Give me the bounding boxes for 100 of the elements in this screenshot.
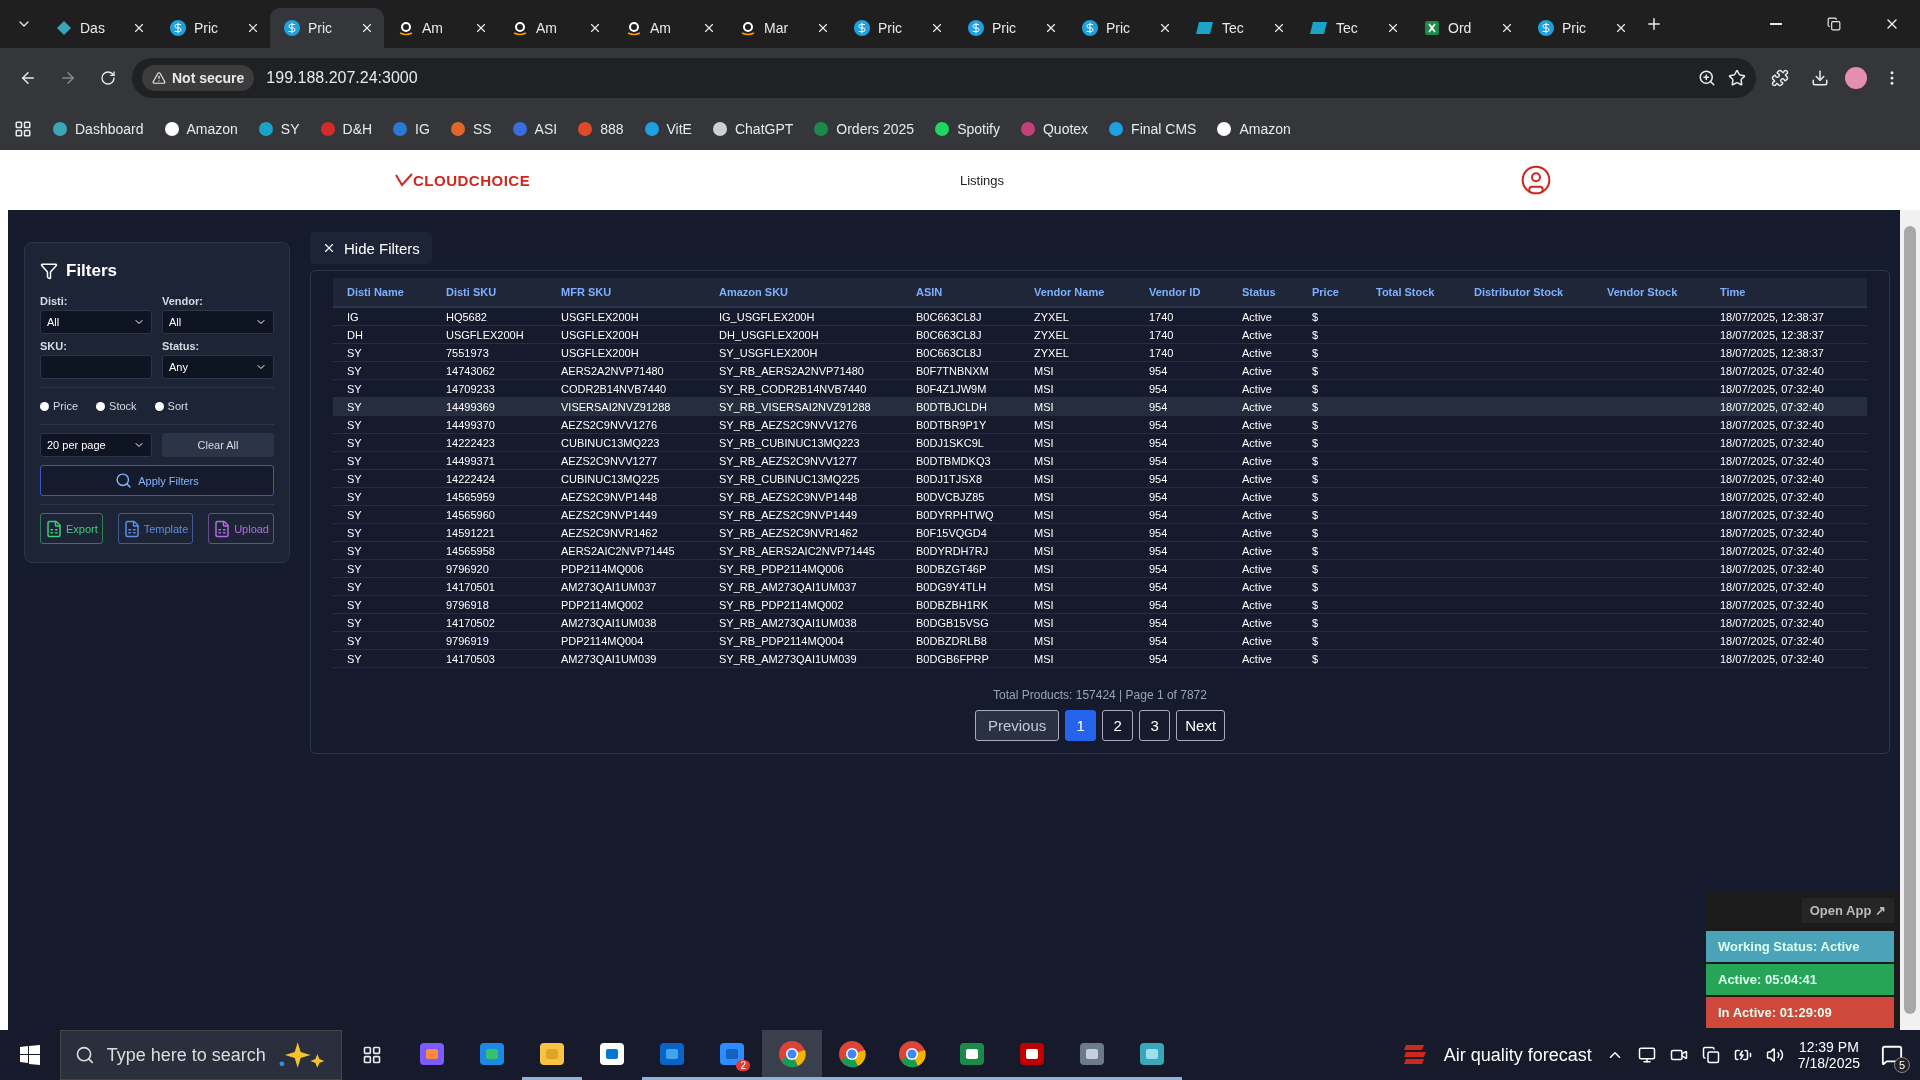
page-button[interactable]: 1 — [1065, 710, 1097, 741]
page-button[interactable]: 2 — [1102, 710, 1134, 741]
bookmark-link[interactable]: Amazon — [163, 121, 238, 137]
apps-grid-icon[interactable] — [14, 120, 32, 138]
table-row[interactable]: SY 14499369 VISERSAI2NVZ91288 SY_RB_VISERSAI2NVZ91288 B0DTBJCLDH MSI 954 Active $ 18/07/2025, 07:32:40 — [333, 398, 1867, 416]
action-button[interactable]: Upload — [208, 513, 274, 544]
browser-tab[interactable]: Ord — [1410, 8, 1524, 48]
bookmark-link[interactable]: ChatGPT — [711, 121, 794, 137]
table-row[interactable]: SY 14170502 AM273QAI1UM038 SY_RB_AM273QAI1UM038 B0DGB15VSG MSI 954 Active $ 18/07/2025, 07:32:40 — [333, 614, 1867, 632]
close-icon[interactable] — [246, 21, 260, 35]
status-select[interactable]: Any — [162, 355, 274, 379]
weather-text[interactable]: Air quality forecast — [1443, 1044, 1592, 1066]
bookmark-link[interactable]: Quotex — [1019, 121, 1089, 137]
browser-tab[interactable]: Pric — [840, 8, 954, 48]
scroll-thumb[interactable] — [1904, 226, 1916, 1014]
action-button[interactable]: Template — [117, 513, 194, 544]
browser-tab[interactable]: Pric — [954, 8, 1068, 48]
browser-tab[interactable]: Mar — [726, 8, 840, 48]
table-row[interactable]: SY 14222424 CUBINUC13MQ225 SY_RB_CUBINUC13MQ225 B0DJ1TJSX8 MSI 954 Active $ 18/07/2025, 07:32:40 — [333, 470, 1867, 488]
table-row[interactable]: SY 14591221 AEZS2C9NVR1462 SY_RB_AEZS2C9NVR1462 B0F15VQGD4 MSI 954 Active $ 18/07/2025, 07:32:40 — [333, 524, 1867, 542]
bookmark-link[interactable]: Final CMS — [1108, 121, 1197, 137]
bookmark-link[interactable]: Orders 2025 — [813, 121, 915, 137]
close-icon[interactable] — [360, 21, 374, 35]
close-icon[interactable] — [132, 21, 146, 35]
hide-filters-button[interactable]: Hide Filters — [310, 232, 432, 264]
browser-tab[interactable]: Pric — [270, 8, 384, 48]
window-icon[interactable] — [1701, 1046, 1720, 1064]
page-button[interactable]: Next — [1176, 710, 1226, 741]
radio-option[interactable]: Stock — [96, 400, 137, 412]
vendor-select[interactable]: All — [162, 310, 274, 334]
bookmark-link[interactable]: Spotify — [934, 121, 1000, 137]
close-icon[interactable] — [930, 21, 944, 35]
browser-tab[interactable]: Pric — [156, 8, 270, 48]
browser-tab[interactable]: Am — [498, 8, 612, 48]
taskbar-search-field[interactable]: Type here to search — [60, 1030, 342, 1080]
close-icon[interactable] — [702, 21, 716, 35]
browser-tab[interactable]: Pric — [1068, 8, 1182, 48]
taskbar-clock[interactable]: 12:39 PM 7/18/2025 — [1797, 1039, 1860, 1071]
bookmark-star-icon[interactable] — [1728, 69, 1746, 87]
page-button[interactable]: 3 — [1139, 710, 1171, 741]
radio-option[interactable]: Price — [40, 400, 79, 412]
table-row[interactable]: SY 14222423 CUBINUC13MQ223 SY_RB_CUBINUC13MQ223 B0DJ1SKC9L MSI 954 Active $ 18/07/2025, 07:32:40 — [333, 434, 1867, 452]
notification-button[interactable]: 5 — [1874, 1037, 1910, 1073]
radio-option[interactable]: Sort — [154, 400, 188, 412]
table-row[interactable]: SY 9796919 PDP2114MQ004 SY_RB_PDP2114MQ004 B0DBZDRLB8 MSI 954 Active $ 18/07/2025, 07:32:40 — [333, 632, 1867, 650]
table-cell-text: SY — [346, 418, 363, 431]
per-page-select[interactable]: 20 per page — [40, 433, 152, 457]
close-icon[interactable] — [1500, 21, 1514, 35]
address-bar[interactable]: Not secure 199.188.207.24:3000 — [132, 58, 1756, 98]
sku-input-field[interactable] — [40, 355, 152, 379]
close-icon[interactable] — [1272, 21, 1286, 35]
bookmark-link[interactable]: Amazon — [1216, 121, 1291, 137]
close-icon[interactable] — [474, 21, 488, 35]
listings-link[interactable]: Listings — [960, 172, 1520, 188]
apply-filters-button[interactable]: Apply Filters — [40, 465, 274, 496]
browser-tab[interactable]: Am — [384, 8, 498, 48]
security-chip[interactable]: Not secure — [142, 65, 255, 91]
close-icon[interactable] — [1044, 21, 1058, 35]
open-app-link[interactable]: Open App ↗ — [1801, 898, 1894, 923]
bookmark-link[interactable]: 888 — [577, 121, 624, 137]
table-row[interactable]: SY 14565959 AEZS2C9NVP1448 SY_RB_AEZS2C9NVP1448 B0DVCBJZ85 MSI 954 Active $ 18/07/2025, 07:32:40 — [333, 488, 1867, 506]
bookmark-link[interactable]: ASI — [511, 121, 558, 137]
avatar-icon[interactable] — [1844, 66, 1868, 90]
table-row[interactable]: SY 7551973 USGFLEX200H SY_USGFLEX200H B0C663CL8J ZYXEL 1740 Active $ 18/07/2025, 12:38:37 — [333, 344, 1867, 362]
bookmark-link[interactable]: VitE — [643, 121, 692, 137]
browser-tab[interactable]: Am — [612, 8, 726, 48]
table-row[interactable]: SY 14743062 AERS2A2NVP71480 SY_RB_AERS2A2NVP71480 B0F7TNBNXM MSI 954 Active $ 18/07/2025, 07:32:40 — [333, 362, 1867, 380]
table-row[interactable]: SY 14499370 AEZS2C9NVV1276 SY_RB_AEZS2C9NVV1276 B0DTBR9P1Y MSI 954 Active $ 18/07/2025, 07:32:40 — [333, 416, 1867, 434]
browser-tab[interactable]: Tec — [1296, 8, 1410, 48]
bookmark-link[interactable]: D&H — [319, 121, 373, 137]
close-icon[interactable] — [1158, 21, 1172, 35]
close-icon[interactable] — [816, 21, 830, 35]
bookmark-link[interactable]: Dashboard — [52, 121, 144, 137]
table-row[interactable]: IG HQ5682 USGFLEX200H IG_USGFLEX200H B0C663CL8J ZYXEL 1740 Active $ 18/07/2025, 12:38:37 — [333, 308, 1867, 326]
table-row[interactable]: SY 14170503 AM273QAI1UM039 SY_RB_AM273QAI1UM039 B0DGB6FPRP MSI 954 Active $ 18/07/2025, 07:32:40 — [333, 650, 1867, 668]
table-row[interactable]: SY 9796920 PDP2114MQ006 SY_RB_PDP2114MQ006 B0DBZGT46P MSI 954 Active $ 18/07/2025, 07:32:40 — [333, 560, 1867, 578]
clear-all-button[interactable]: Clear All — [162, 433, 274, 457]
table-row[interactable]: DH USGFLEX200H USGFLEX200H DH_USGFLEX200H B0C663CL8J ZYXEL 1740 Active $ 18/07/2025, 12:38:37 — [333, 326, 1867, 344]
table-row[interactable]: SY 9796918 PDP2114MQ002 SY_RB_PDP2114MQ002 B0DBZBH1RK MSI 954 Active $ 18/07/2025, 07:32:40 — [333, 596, 1867, 614]
scrollbar[interactable] — [1900, 210, 1920, 1030]
monitor-icon[interactable] — [1637, 1046, 1656, 1064]
bookmark-link[interactable]: SS — [449, 121, 492, 137]
speaker-icon[interactable] — [1765, 1046, 1784, 1064]
table-row[interactable]: SY 14499371 AEZS2C9NVV1277 SY_RB_AEZS2C9NVV1277 B0DTBMDKQ3 MSI 954 Active $ 18/07/2025, 07:32:40 — [333, 452, 1867, 470]
brand-logo[interactable]: CLOUDCHOICE — [395, 171, 960, 189]
close-icon[interactable] — [588, 21, 602, 35]
close-icon[interactable] — [1614, 21, 1628, 35]
disti-select[interactable]: All — [40, 310, 152, 334]
close-icon[interactable] — [1386, 21, 1400, 35]
table-row[interactable]: SY 14170501 AM273QAI1UM037 SY_RB_AM273QAI1UM037 B0DG9Y4TLH MSI 954 Active $ 18/07/2025, 07:32:40 — [333, 578, 1867, 596]
page-button[interactable]: Previous — [974, 710, 1060, 741]
table-row[interactable]: SY 14565958 AERS2AIC2NVP71445 SY_RB_AERS2AIC2NVP71445 B0DYRDH7RJ MSI 954 Active $ 18/07/2025, 07:32:40 — [333, 542, 1867, 560]
bookmark-link[interactable]: IG — [392, 121, 430, 137]
browser-tab[interactable]: Tec — [1182, 8, 1296, 48]
browser-tab[interactable]: Das — [42, 8, 156, 48]
action-button[interactable]: Export — [40, 513, 103, 544]
user-icon[interactable] — [1520, 164, 1552, 196]
browser-tab[interactable]: Pric — [1524, 8, 1638, 48]
bookmark-link[interactable]: SY — [257, 121, 300, 137]
table-row[interactable]: SY 14565960 AEZS2C9NVP1449 SY_RB_AEZS2C9NVP1449 B0DYRPHTWQ MSI 954 Active $ 18/07/2025, 07:32:40 — [333, 506, 1867, 524]
